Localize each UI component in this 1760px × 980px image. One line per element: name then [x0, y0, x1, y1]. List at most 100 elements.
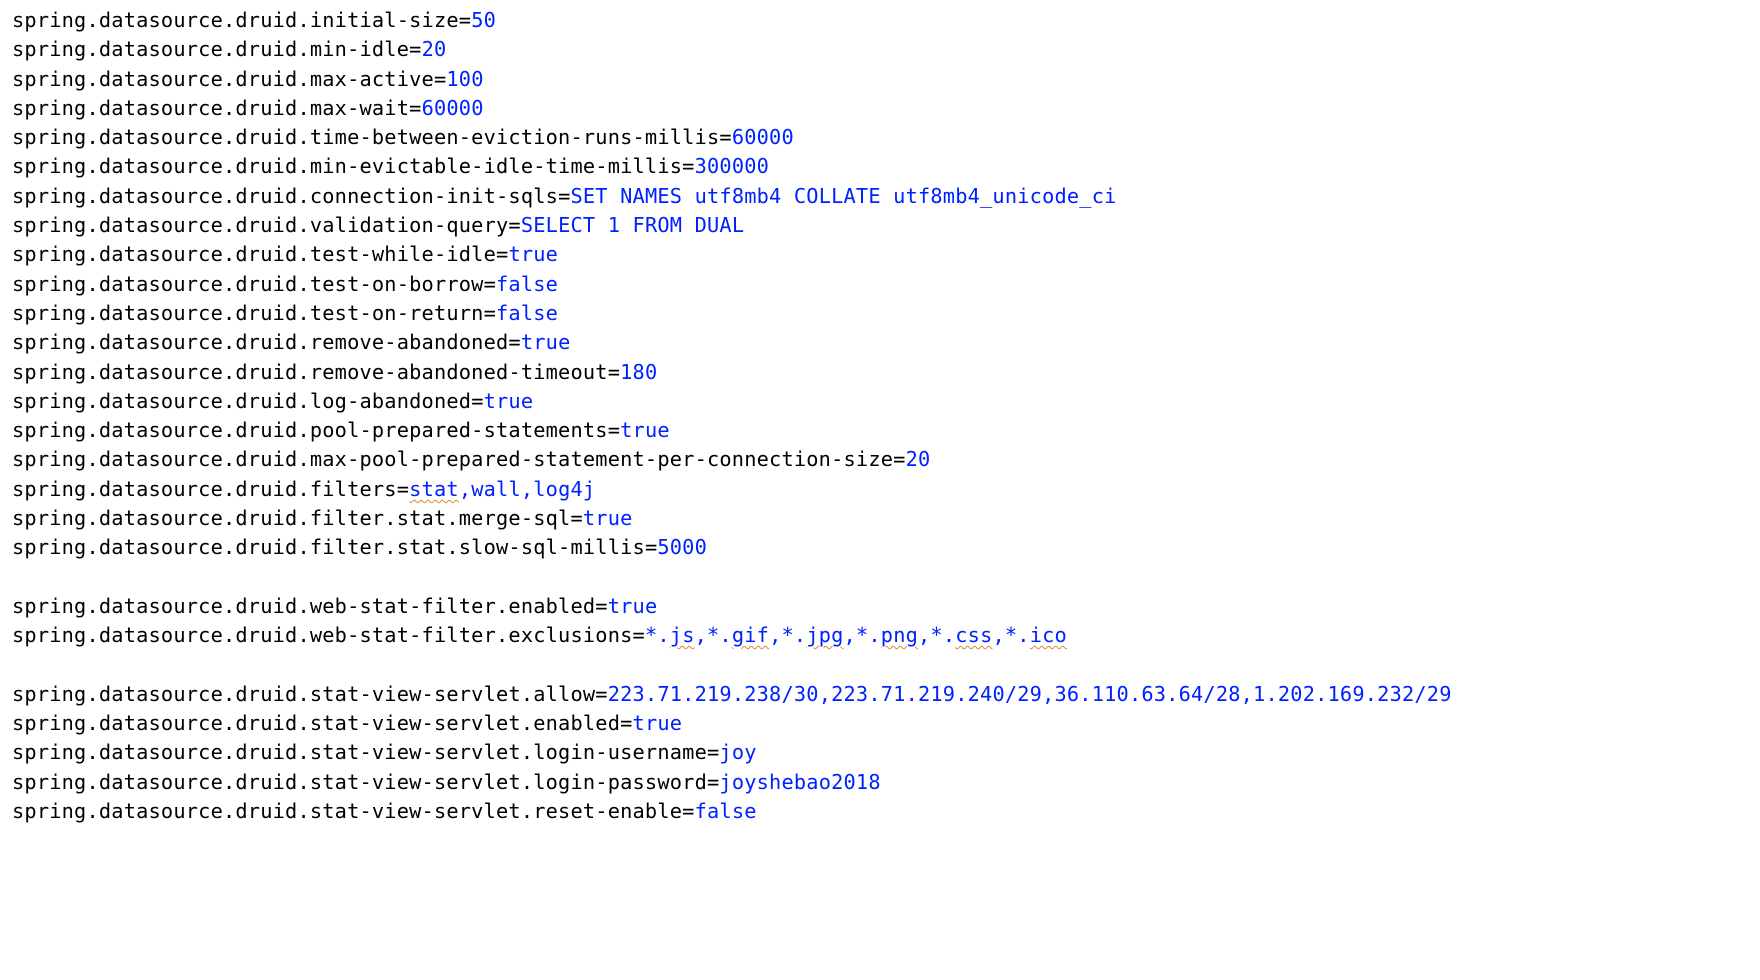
equals-sign: =	[682, 154, 694, 178]
property-key: spring.datasource.druid.pool-prepared-st…	[12, 418, 608, 442]
property-key: spring.datasource.druid.initial-size	[12, 8, 459, 32]
property-key: spring.datasource.druid.test-on-return	[12, 301, 484, 325]
property-key: spring.datasource.druid.min-idle	[12, 37, 409, 61]
code-line: spring.datasource.druid.filters=stat,wal…	[12, 475, 1760, 504]
equals-sign: =	[682, 799, 694, 823]
property-value-segment: false	[496, 272, 558, 296]
code-line: spring.datasource.druid.test-while-idle=…	[12, 240, 1760, 269]
code-line	[12, 563, 1760, 592]
property-key: spring.datasource.druid.filters	[12, 477, 397, 501]
property-value-segment: gif	[732, 623, 769, 647]
equals-sign: =	[595, 594, 607, 618]
property-value-segment: js	[670, 623, 695, 647]
code-line: spring.datasource.druid.remove-abandoned…	[12, 328, 1760, 357]
property-value-segment: true	[633, 711, 683, 735]
equals-sign: =	[496, 242, 508, 266]
property-value-segment: 223.71.219.238/30,223.71.219.240/29,36.1…	[608, 682, 1452, 706]
equals-sign: =	[608, 360, 620, 384]
property-value-segment: 20	[422, 37, 447, 61]
property-key: spring.datasource.druid.stat-view-servle…	[12, 682, 595, 706]
code-line: spring.datasource.druid.validation-query…	[12, 211, 1760, 240]
equals-sign: =	[595, 682, 607, 706]
property-value-segment: true	[484, 389, 534, 413]
property-value-segment: joy	[719, 740, 756, 764]
property-value-segment: true	[508, 242, 558, 266]
code-line: spring.datasource.druid.pool-prepared-st…	[12, 416, 1760, 445]
code-line: spring.datasource.druid.time-between-evi…	[12, 123, 1760, 152]
equals-sign: =	[608, 418, 620, 442]
code-line: spring.datasource.druid.connection-init-…	[12, 182, 1760, 211]
property-value-segment: ,*.	[992, 623, 1029, 647]
property-value-segment: ,*.	[695, 623, 732, 647]
equals-sign: =	[434, 67, 446, 91]
property-key: spring.datasource.druid.max-wait	[12, 96, 409, 120]
property-value-segment: ,*.	[844, 623, 881, 647]
equals-sign: =	[558, 184, 570, 208]
property-value-segment: ,wall,log4j	[459, 477, 596, 501]
property-key: spring.datasource.druid.max-pool-prepare…	[12, 447, 893, 471]
properties-code-block: spring.datasource.druid.initial-size=50s…	[12, 6, 1760, 826]
equals-sign: =	[508, 330, 520, 354]
property-value-segment: jpg	[806, 623, 843, 647]
property-key: spring.datasource.druid.validation-query	[12, 213, 508, 237]
equals-sign: =	[645, 535, 657, 559]
code-line: spring.datasource.druid.test-on-return=f…	[12, 299, 1760, 328]
property-value-segment: ico	[1030, 623, 1067, 647]
property-key: spring.datasource.druid.filter.stat.merg…	[12, 506, 570, 530]
code-line: spring.datasource.druid.min-idle=20	[12, 35, 1760, 64]
code-line: spring.datasource.druid.min-evictable-id…	[12, 152, 1760, 181]
property-key: spring.datasource.druid.min-evictable-id…	[12, 154, 682, 178]
property-key: spring.datasource.druid.stat-view-servle…	[12, 711, 620, 735]
code-line: spring.datasource.druid.filter.stat.merg…	[12, 504, 1760, 533]
equals-sign: =	[893, 447, 905, 471]
property-key: spring.datasource.druid.remove-abandoned…	[12, 360, 608, 384]
equals-sign: =	[620, 711, 632, 735]
code-line: spring.datasource.druid.stat-view-servle…	[12, 768, 1760, 797]
code-line: spring.datasource.druid.filter.stat.slow…	[12, 533, 1760, 562]
property-key: spring.datasource.druid.filter.stat.slow…	[12, 535, 645, 559]
property-value-segment: 180	[620, 360, 657, 384]
property-value-segment: css	[955, 623, 992, 647]
property-key: spring.datasource.druid.web-stat-filter.…	[12, 623, 633, 647]
code-line: spring.datasource.druid.log-abandoned=tr…	[12, 387, 1760, 416]
code-line: spring.datasource.druid.stat-view-servle…	[12, 797, 1760, 826]
property-value-segment: joyshebao2018	[719, 770, 880, 794]
code-line: spring.datasource.druid.remove-abandoned…	[12, 358, 1760, 387]
property-value-segment: SET NAMES utf8mb4 COLLATE utf8mb4_unicod…	[570, 184, 1116, 208]
property-value-segment: ,*.	[769, 623, 806, 647]
code-line: spring.datasource.druid.web-stat-filter.…	[12, 621, 1760, 650]
property-value-segment: 300000	[695, 154, 769, 178]
property-value-segment: true	[620, 418, 670, 442]
code-line: spring.datasource.druid.test-on-borrow=f…	[12, 270, 1760, 299]
property-value-segment: 60000	[422, 96, 484, 120]
property-value-segment: true	[583, 506, 633, 530]
equals-sign: =	[508, 213, 520, 237]
property-value-segment: true	[521, 330, 571, 354]
equals-sign: =	[719, 125, 731, 149]
property-key: spring.datasource.druid.log-abandoned	[12, 389, 471, 413]
property-key: spring.datasource.druid.max-active	[12, 67, 434, 91]
equals-sign: =	[397, 477, 409, 501]
equals-sign: =	[484, 272, 496, 296]
property-value-segment: *.	[645, 623, 670, 647]
code-line: spring.datasource.druid.max-wait=60000	[12, 94, 1760, 123]
property-key: spring.datasource.druid.stat-view-servle…	[12, 770, 707, 794]
property-value-segment: 50	[471, 8, 496, 32]
property-value-segment: false	[496, 301, 558, 325]
property-key: spring.datasource.druid.test-while-idle	[12, 242, 496, 266]
property-value-segment: stat	[409, 477, 459, 501]
equals-sign: =	[459, 8, 471, 32]
property-value-segment: ,*.	[918, 623, 955, 647]
property-key: spring.datasource.druid.time-between-evi…	[12, 125, 719, 149]
code-line: spring.datasource.druid.max-pool-prepare…	[12, 445, 1760, 474]
property-key: spring.datasource.druid.test-on-borrow	[12, 272, 484, 296]
code-line: spring.datasource.druid.web-stat-filter.…	[12, 592, 1760, 621]
property-key: spring.datasource.druid.connection-init-…	[12, 184, 558, 208]
equals-sign: =	[707, 740, 719, 764]
property-key: spring.datasource.druid.remove-abandoned	[12, 330, 508, 354]
property-value-segment: png	[881, 623, 918, 647]
code-line: spring.datasource.druid.stat-view-servle…	[12, 680, 1760, 709]
code-line: spring.datasource.druid.stat-view-servle…	[12, 709, 1760, 738]
property-key: spring.datasource.druid.stat-view-servle…	[12, 799, 682, 823]
equals-sign: =	[707, 770, 719, 794]
